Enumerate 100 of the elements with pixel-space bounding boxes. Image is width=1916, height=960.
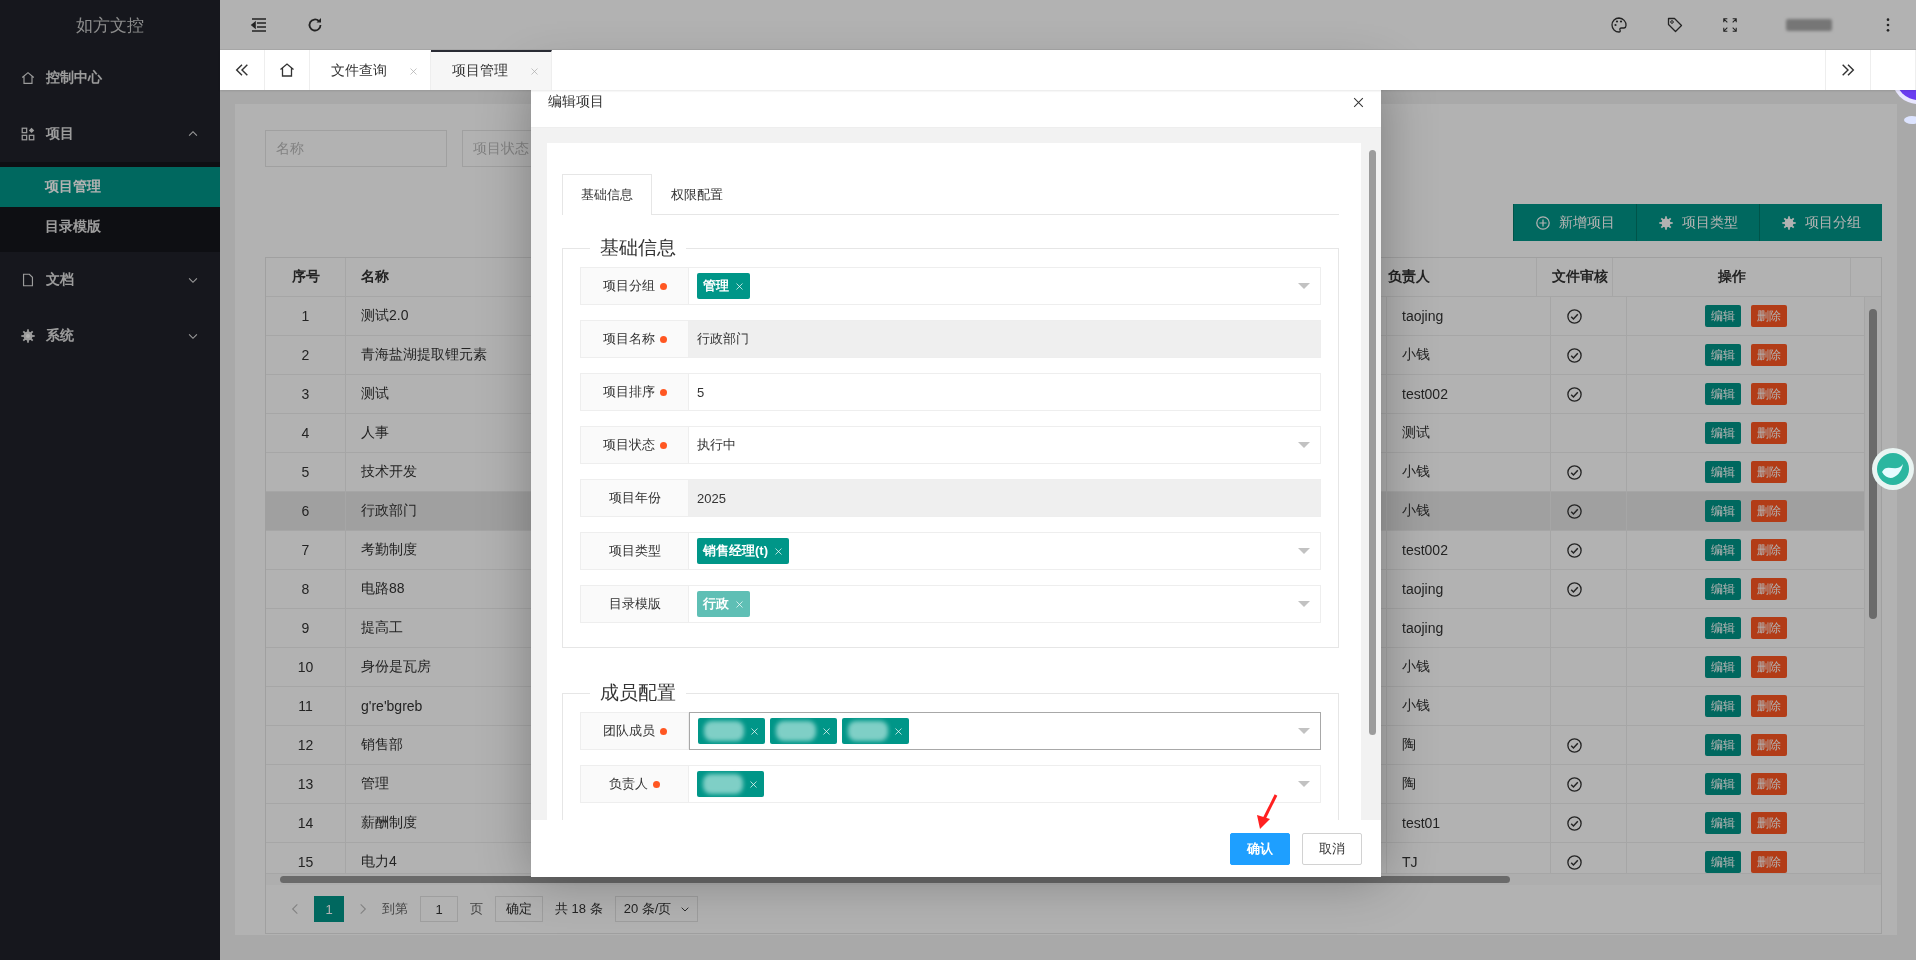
delete-button[interactable]: 删除 <box>1750 695 1787 717</box>
delete-button[interactable]: 删除 <box>1750 734 1787 756</box>
toolbar-button[interactable]: 新增项目 <box>1513 204 1636 241</box>
redacted-tag[interactable] <box>770 718 837 744</box>
form-tab[interactable]: 权限配置 <box>652 174 742 215</box>
scrollbar-thumb[interactable] <box>1869 309 1877 619</box>
edit-button[interactable]: 编辑 <box>1704 851 1741 873</box>
edit-button[interactable]: 编辑 <box>1704 578 1741 600</box>
table-cell: 小钱 <box>1387 453 1551 491</box>
delete-button[interactable]: 删除 <box>1750 305 1787 327</box>
redacted-tag[interactable] <box>697 771 764 797</box>
delete-button[interactable]: 删除 <box>1750 344 1787 366</box>
table-cell: 13 <box>266 765 346 803</box>
edit-button[interactable]: 编辑 <box>1704 461 1741 483</box>
input-field[interactable]: 行政部门 <box>689 320 1321 358</box>
edit-button[interactable]: 编辑 <box>1704 500 1741 522</box>
input-field[interactable]: 5 <box>689 373 1321 411</box>
fullscreen-icon[interactable] <box>1722 16 1738 33</box>
table-cell: 6 <box>266 492 346 530</box>
delete-button[interactable]: 删除 <box>1750 617 1787 639</box>
multi-select-field[interactable]: 销售经理(t) <box>689 532 1321 570</box>
input-field[interactable]: 2025 <box>689 479 1321 517</box>
select-field[interactable]: 执行中 <box>689 426 1321 464</box>
delete-button[interactable]: 删除 <box>1750 773 1787 795</box>
sidebar-subitem[interactable]: 项目管理 <box>0 167 220 207</box>
scrollbar-thumb[interactable] <box>1369 150 1376 735</box>
sidebar-item[interactable]: 系统 <box>0 308 220 364</box>
edit-button[interactable]: 编辑 <box>1704 539 1741 561</box>
edit-button[interactable]: 编辑 <box>1704 734 1741 756</box>
sidebar-subitem[interactable]: 目录模版 <box>0 207 220 247</box>
remove-icon[interactable] <box>774 546 783 556</box>
edit-button[interactable]: 编辑 <box>1704 617 1741 639</box>
delete-button[interactable]: 删除 <box>1750 812 1787 834</box>
dialog-button[interactable]: 取消 <box>1302 832 1362 865</box>
edit-button[interactable]: 编辑 <box>1704 383 1741 405</box>
table-cell: 3 <box>266 375 346 413</box>
table-cell: 2 <box>266 336 346 374</box>
remove-icon[interactable] <box>894 726 903 736</box>
page-number[interactable]: 1 <box>314 896 344 922</box>
close-icon[interactable] <box>1352 95 1365 109</box>
tag[interactable]: 销售经理(t) <box>697 538 789 564</box>
menu-fold-icon[interactable] <box>250 15 268 34</box>
caret-icon <box>1298 728 1310 734</box>
redacted-tag[interactable] <box>698 718 765 744</box>
delete-button[interactable]: 删除 <box>1750 500 1787 522</box>
check-circle-icon <box>1566 541 1583 559</box>
multi-select-field[interactable]: 管理 <box>689 267 1321 305</box>
field-label: 项目类型 <box>580 532 689 570</box>
toolbar-button[interactable]: 项目分组 <box>1759 204 1882 241</box>
caret-icon <box>1298 548 1310 554</box>
gear-icon <box>1781 214 1797 231</box>
multi-select-field[interactable] <box>689 712 1321 750</box>
page-size-select[interactable]: 20 条/页 <box>614 896 699 922</box>
scroll-right-button[interactable] <box>1825 50 1871 90</box>
delete-button[interactable]: 删除 <box>1750 656 1787 678</box>
remove-icon[interactable] <box>735 281 744 291</box>
edit-button[interactable]: 编辑 <box>1704 422 1741 444</box>
page-tab[interactable]: 项目管理 <box>431 50 552 90</box>
field-label: 项目状态 <box>580 426 689 464</box>
tag[interactable]: 管理 <box>697 273 750 299</box>
delete-button[interactable]: 删除 <box>1750 578 1787 600</box>
check-circle-icon <box>1566 346 1583 364</box>
edit-button[interactable]: 编辑 <box>1704 773 1741 795</box>
edit-button[interactable]: 编辑 <box>1704 344 1741 366</box>
floating-ball-icon[interactable] <box>1870 446 1916 492</box>
page-input[interactable]: 1 <box>420 896 458 922</box>
delete-button[interactable]: 删除 <box>1750 383 1787 405</box>
gear-icon <box>1658 214 1674 231</box>
dialog-button[interactable]: 确认 <box>1230 832 1290 865</box>
remove-icon[interactable] <box>750 726 759 736</box>
delete-button[interactable]: 删除 <box>1750 461 1787 483</box>
palette-icon[interactable] <box>1610 15 1628 34</box>
annotation-arrow <box>1254 793 1280 831</box>
field-label: 项目年份 <box>580 479 689 517</box>
check-circle-icon <box>1566 502 1583 520</box>
delete-button[interactable]: 删除 <box>1750 422 1787 444</box>
delete-button[interactable]: 删除 <box>1750 851 1787 873</box>
tag-icon[interactable] <box>1666 15 1684 34</box>
edit-button[interactable]: 编辑 <box>1704 695 1741 717</box>
remove-icon[interactable] <box>749 779 758 789</box>
table-cell: taojing <box>1387 570 1551 608</box>
sidebar-item[interactable]: 文档 <box>0 252 220 308</box>
edit-button[interactable]: 编辑 <box>1704 305 1741 327</box>
redacted-tag[interactable] <box>842 718 909 744</box>
total-count: 共 18 条 <box>555 900 603 918</box>
check-circle-icon <box>1566 385 1583 403</box>
form-tab[interactable]: 基础信息 <box>562 174 652 215</box>
confirm-button[interactable]: 确定 <box>495 896 543 922</box>
table-cell: taojing <box>1387 297 1551 335</box>
edit-button[interactable]: 编辑 <box>1704 656 1741 678</box>
delete-button[interactable]: 删除 <box>1750 539 1787 561</box>
sidebar-item[interactable]: 控制中心 <box>0 50 220 106</box>
sidebar-item[interactable]: 项目 <box>0 106 220 162</box>
table-cell: 测试 <box>1387 414 1551 452</box>
toolbar-button[interactable]: 项目类型 <box>1636 204 1759 241</box>
remove-icon[interactable] <box>822 726 831 736</box>
table-cell: 陶 <box>1387 765 1551 803</box>
scrollbar-thumb[interactable] <box>280 876 1510 883</box>
table-cell: 8 <box>266 570 346 608</box>
edit-button[interactable]: 编辑 <box>1704 812 1741 834</box>
